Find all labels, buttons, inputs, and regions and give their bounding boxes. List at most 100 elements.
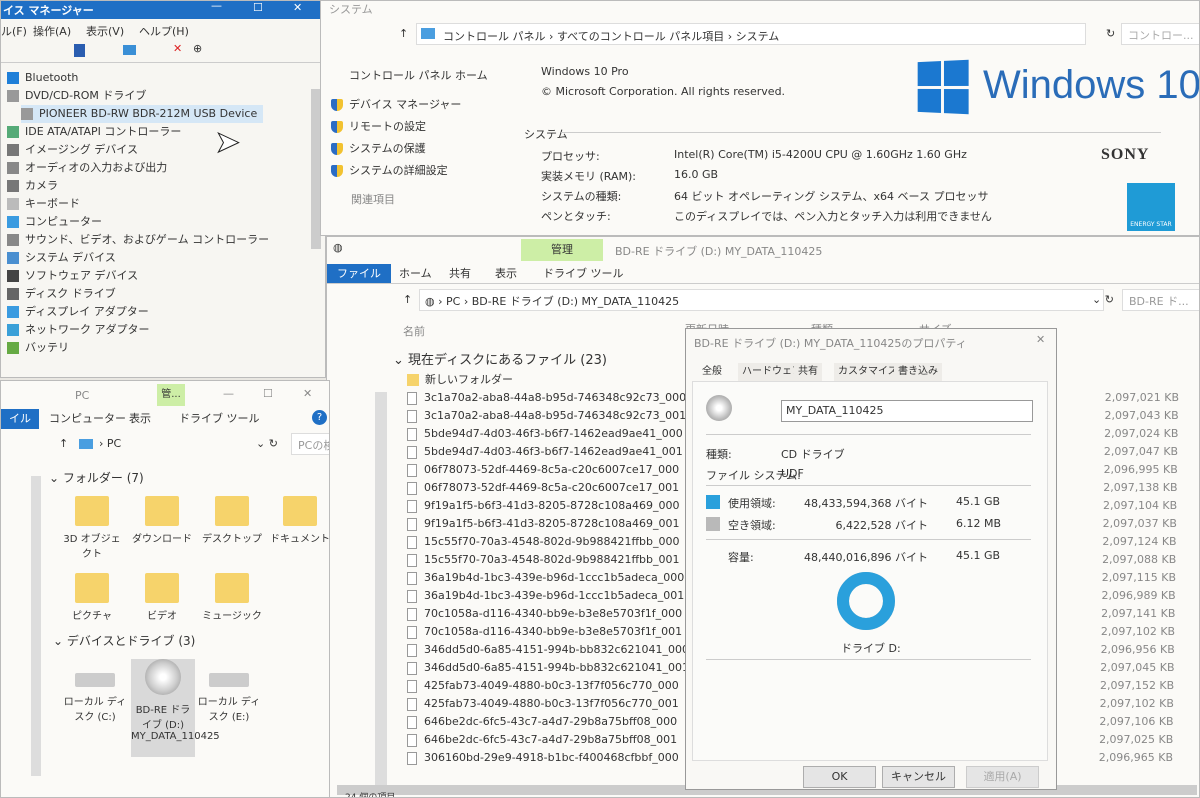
uninstall-icon[interactable]: ✕ — [173, 42, 182, 55]
tree-item[interactable]: キーボード — [7, 195, 80, 213]
ribbon-tab[interactable]: ホーム — [389, 264, 442, 284]
menu-item[interactable]: ル(F) — [1, 23, 27, 39]
drive-item[interactable]: ローカル ディスク (C:) — [63, 659, 127, 723]
tree-item[interactable]: DVD/CD-ROM ドライブ — [7, 87, 146, 105]
breadcrumb-item[interactable]: すべてのコントロール パネル項目 — [557, 30, 724, 43]
folder-row[interactable]: 新しいフォルダー — [407, 371, 513, 389]
menu-item[interactable]: ヘルプ(H) — [139, 23, 189, 39]
system-link[interactable]: システムの詳細設定 — [331, 162, 448, 180]
help-icon[interactable] — [74, 44, 85, 57]
file-size: 2,096,956 KB — [1100, 643, 1175, 656]
refresh-icon[interactable]: ↻ — [1106, 27, 1115, 40]
mouse-cursor-icon: ➤ — [214, 125, 241, 161]
tree-item[interactable]: オーディオの入力および出力 — [7, 159, 167, 177]
menu-item[interactable]: 操作(A) — [33, 23, 71, 39]
tree-item[interactable]: コンピューター — [7, 213, 102, 231]
search-input[interactable]: BD-RE ド... — [1122, 289, 1199, 311]
maximize-button[interactable]: ☐ — [263, 387, 273, 400]
folder-item[interactable]: ダウンロード — [131, 496, 193, 545]
search-input[interactable]: コントロー... — [1121, 23, 1199, 45]
cancel-button[interactable]: キャンセル — [882, 766, 955, 788]
file-name: 3c1a70a2-aba8-44a8-b95d-746348c92c73_000 — [424, 391, 687, 404]
minimize-button[interactable]: — — [223, 387, 234, 400]
folder-item[interactable]: ミュージック — [201, 573, 263, 622]
tree-item[interactable]: IDE ATA/ATAPI コントローラー — [7, 123, 181, 141]
oem-logo: SONY — [1101, 146, 1150, 163]
drive-item[interactable]: ローカル ディスク (E:) — [197, 659, 261, 723]
close-button[interactable]: ✕ — [293, 1, 302, 14]
folder-item[interactable]: ピクチャ — [61, 573, 123, 622]
breadcrumb-item[interactable]: コントロール パネル — [443, 30, 546, 43]
tree-item[interactable]: バッテリ — [7, 339, 69, 357]
manage-tab[interactable]: 管... — [157, 384, 185, 406]
file-size: 2,097,152 KB — [1099, 679, 1175, 692]
ribbon-tab[interactable]: ドライブ ツール — [171, 409, 268, 429]
tab-2[interactable]: 共有 — [794, 363, 822, 381]
up-icon[interactable]: ↑ — [399, 27, 408, 40]
link-label: デバイス マネージャー — [349, 98, 462, 111]
volume-label-input[interactable]: MY_DATA_110425 — [781, 400, 1033, 422]
file-size: 2,097,106 KB — [1099, 715, 1174, 728]
tree-item[interactable]: カメラ — [7, 177, 58, 195]
breadcrumb[interactable]: › PC — [99, 437, 121, 450]
ribbon-tab[interactable]: 表示 — [485, 264, 527, 284]
tree-item[interactable]: ディスク ドライブ — [7, 285, 116, 303]
tree-item[interactable]: イメージング デバイス — [7, 141, 138, 159]
tree-item-label: イメージング デバイス — [25, 143, 138, 156]
ribbon-tab[interactable]: 共有 — [439, 264, 481, 284]
folder-item[interactable]: 3D オブジェクト — [61, 496, 123, 560]
drive-item[interactable]: BD-RE ドライブ (D:) MY_DATA_110425 — [131, 659, 220, 757]
update-driver-icon[interactable]: ⊕ — [193, 42, 202, 55]
tree-item[interactable]: ネットワーク アダプター — [7, 321, 150, 339]
search-input[interactable]: PCの検 — [291, 433, 329, 455]
folder-item[interactable]: ドキュメント — [269, 496, 329, 545]
tree-item[interactable]: システム デバイス — [7, 249, 116, 267]
breadcrumb-item[interactable]: システム — [736, 30, 780, 43]
tab-3[interactable]: カスタマイズ — [834, 363, 902, 381]
tree-item[interactable]: サウンド、ビデオ、およびゲーム コントローラー — [7, 231, 269, 249]
close-button[interactable]: ✕ — [1036, 333, 1045, 346]
close-button[interactable]: ✕ — [303, 387, 312, 400]
tab-0[interactable]: 全般 — [698, 363, 726, 381]
refresh-icon[interactable]: ⌄ ↻ — [1092, 293, 1114, 306]
system-link[interactable]: リモートの設定 — [331, 118, 426, 136]
menu-item[interactable]: 表示(V) — [86, 23, 124, 39]
manage-tab[interactable]: 管理 — [521, 239, 603, 261]
apply-button[interactable]: 適用(A) — [966, 766, 1039, 788]
nav-scrollbar[interactable] — [31, 476, 41, 776]
breadcrumb-item[interactable]: PC — [107, 437, 121, 450]
up-icon[interactable]: ↑ — [59, 437, 68, 450]
folder-item[interactable]: デスクトップ — [201, 496, 263, 545]
maximize-button[interactable]: ☐ — [253, 1, 263, 14]
ribbon-tab[interactable]: 表示 — [121, 409, 159, 429]
file-name: 9f19a1f5-b6f3-41d3-8205-8728c108a469_000 — [424, 499, 680, 512]
column-name[interactable]: 名前 — [403, 323, 425, 339]
folders-group-header[interactable]: ⌄ フォルダー (7) — [49, 469, 144, 486]
tree-item[interactable]: PIONEER BD-RW BDR-212M USB Device — [21, 105, 264, 123]
drives-group-header[interactable]: ⌄ デバイスとドライブ (3) — [53, 632, 195, 649]
folder-item[interactable]: ビデオ — [131, 573, 193, 622]
ribbon-tab[interactable]: ドライブ ツール — [533, 264, 634, 284]
file-name: 36a19b4d-1bc3-439e-b96d-1ccc1b5adeca_001 — [424, 589, 685, 602]
breadcrumb-item[interactable]: PC — [446, 295, 460, 308]
nav-scrollbar[interactable] — [375, 392, 387, 792]
control-panel-home-link[interactable]: コントロール パネル ホーム — [349, 67, 488, 83]
group-header[interactable]: ⌄ 現在ディスクにあるファイル (23) — [393, 349, 607, 368]
system-link[interactable]: デバイス マネージャー — [331, 96, 461, 114]
ribbon-tab[interactable]: イル — [1, 409, 39, 429]
system-link[interactable]: システムの保護 — [331, 140, 426, 158]
tree-item[interactable]: Bluetooth — [7, 69, 78, 87]
minimize-button[interactable]: — — [211, 1, 222, 12]
ribbon-tab[interactable]: ファイル — [327, 264, 391, 284]
up-icon[interactable]: ↑ — [403, 293, 412, 306]
tree-item-label: ディスク ドライブ — [25, 287, 116, 300]
tree-item[interactable]: ソフトウェア デバイス — [7, 267, 138, 285]
tab-4[interactable]: 書き込み — [894, 363, 942, 381]
refresh-icon[interactable]: ⌄ ↻ — [256, 437, 278, 450]
monitor-icon[interactable] — [123, 45, 136, 55]
tree-item[interactable]: ディスプレイ アダプター — [7, 303, 149, 321]
help-icon[interactable]: ? — [312, 410, 327, 425]
breadcrumb-item[interactable]: BD-RE ドライブ (D:) MY_DATA_110425 — [472, 295, 679, 308]
ok-button[interactable]: OK — [803, 766, 876, 788]
file-name: 3c1a70a2-aba8-44a8-b95d-746348c92c73_001 — [424, 409, 687, 422]
